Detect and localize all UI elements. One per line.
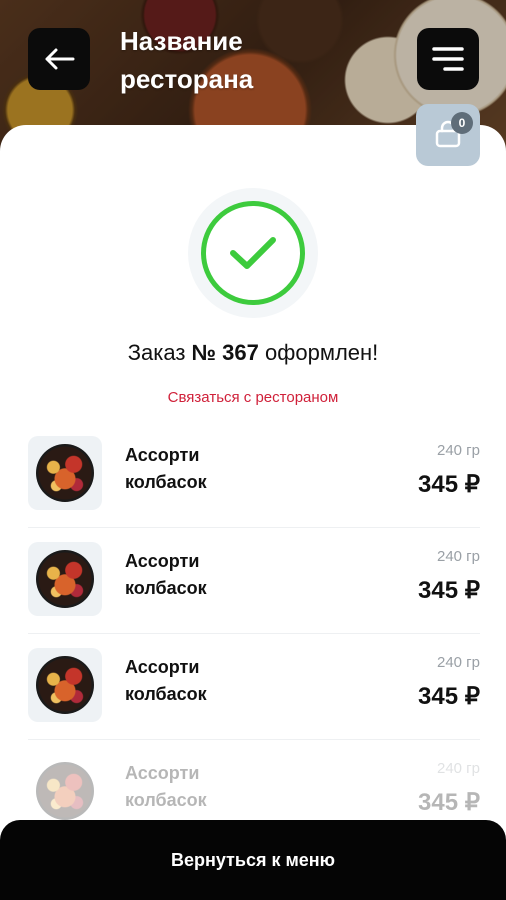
list-item[interactable]: Ассорти колбасок 240 гр 345 ₽ (28, 634, 480, 740)
item-name-line2: колбасок (125, 578, 207, 598)
item-thumbnail (28, 754, 102, 828)
cart-count-badge: 0 (451, 112, 473, 134)
order-items-list: Ассорти колбасок 240 гр 345 ₽ Ассорти ко… (28, 422, 480, 845)
item-name-line2: колбасок (125, 684, 207, 704)
item-weight: 240 гр (436, 654, 480, 671)
item-price: 345 ₽ (418, 789, 480, 816)
item-name-line1: Ассорти (125, 763, 200, 783)
list-item[interactable]: Ассорти колбасок 240 гр 345 ₽ (28, 422, 480, 528)
item-thumbnail (28, 542, 102, 616)
order-number: № 367 (191, 340, 259, 365)
item-name: Ассорти колбасок (125, 442, 275, 496)
item-price: 345 ₽ (418, 471, 480, 498)
restaurant-title: Название ресторана (120, 22, 340, 98)
item-weight: 240 гр (436, 548, 480, 565)
item-name-line2: колбасок (125, 790, 207, 810)
dish-image (36, 762, 94, 820)
item-weight: 240 гр (436, 442, 480, 459)
contact-restaurant-link[interactable]: Связаться с рестораном (0, 389, 506, 406)
dish-image (36, 550, 94, 608)
item-price: 345 ₽ (418, 577, 480, 604)
back-button[interactable] (28, 28, 90, 90)
item-name-line2: колбасок (125, 472, 207, 492)
success-indicator (188, 188, 318, 318)
item-price: 345 ₽ (418, 683, 480, 710)
item-name-line1: Ассорти (125, 657, 200, 677)
dish-image (36, 444, 94, 502)
item-weight: 240 гр (436, 760, 480, 777)
list-item[interactable]: Ассорти колбасок 240 гр 345 ₽ (28, 528, 480, 634)
order-suffix: оформлен! (265, 340, 379, 365)
back-to-menu-button[interactable]: Вернуться к меню (0, 820, 506, 900)
menu-icon (432, 47, 464, 71)
item-name-line1: Ассорти (125, 445, 200, 465)
item-name: Ассорти колбасок (125, 760, 275, 814)
cart-button[interactable] (416, 104, 480, 166)
checkmark-icon (230, 237, 276, 269)
menu-button[interactable] (417, 28, 479, 90)
restaurant-title-line2: ресторана (120, 64, 254, 94)
item-name: Ассорти колбасок (125, 548, 275, 602)
item-name-line1: Ассорти (125, 551, 200, 571)
success-ring (201, 201, 305, 305)
item-thumbnail (28, 436, 102, 510)
dish-image (36, 656, 94, 714)
item-name: Ассорти колбасок (125, 654, 275, 708)
order-prefix: Заказ (127, 340, 186, 365)
order-confirmation-title: Заказ № 367 оформлен! (0, 340, 506, 366)
restaurant-title-line1: Название (120, 26, 243, 56)
arrow-left-icon (45, 48, 75, 70)
item-thumbnail (28, 648, 102, 722)
